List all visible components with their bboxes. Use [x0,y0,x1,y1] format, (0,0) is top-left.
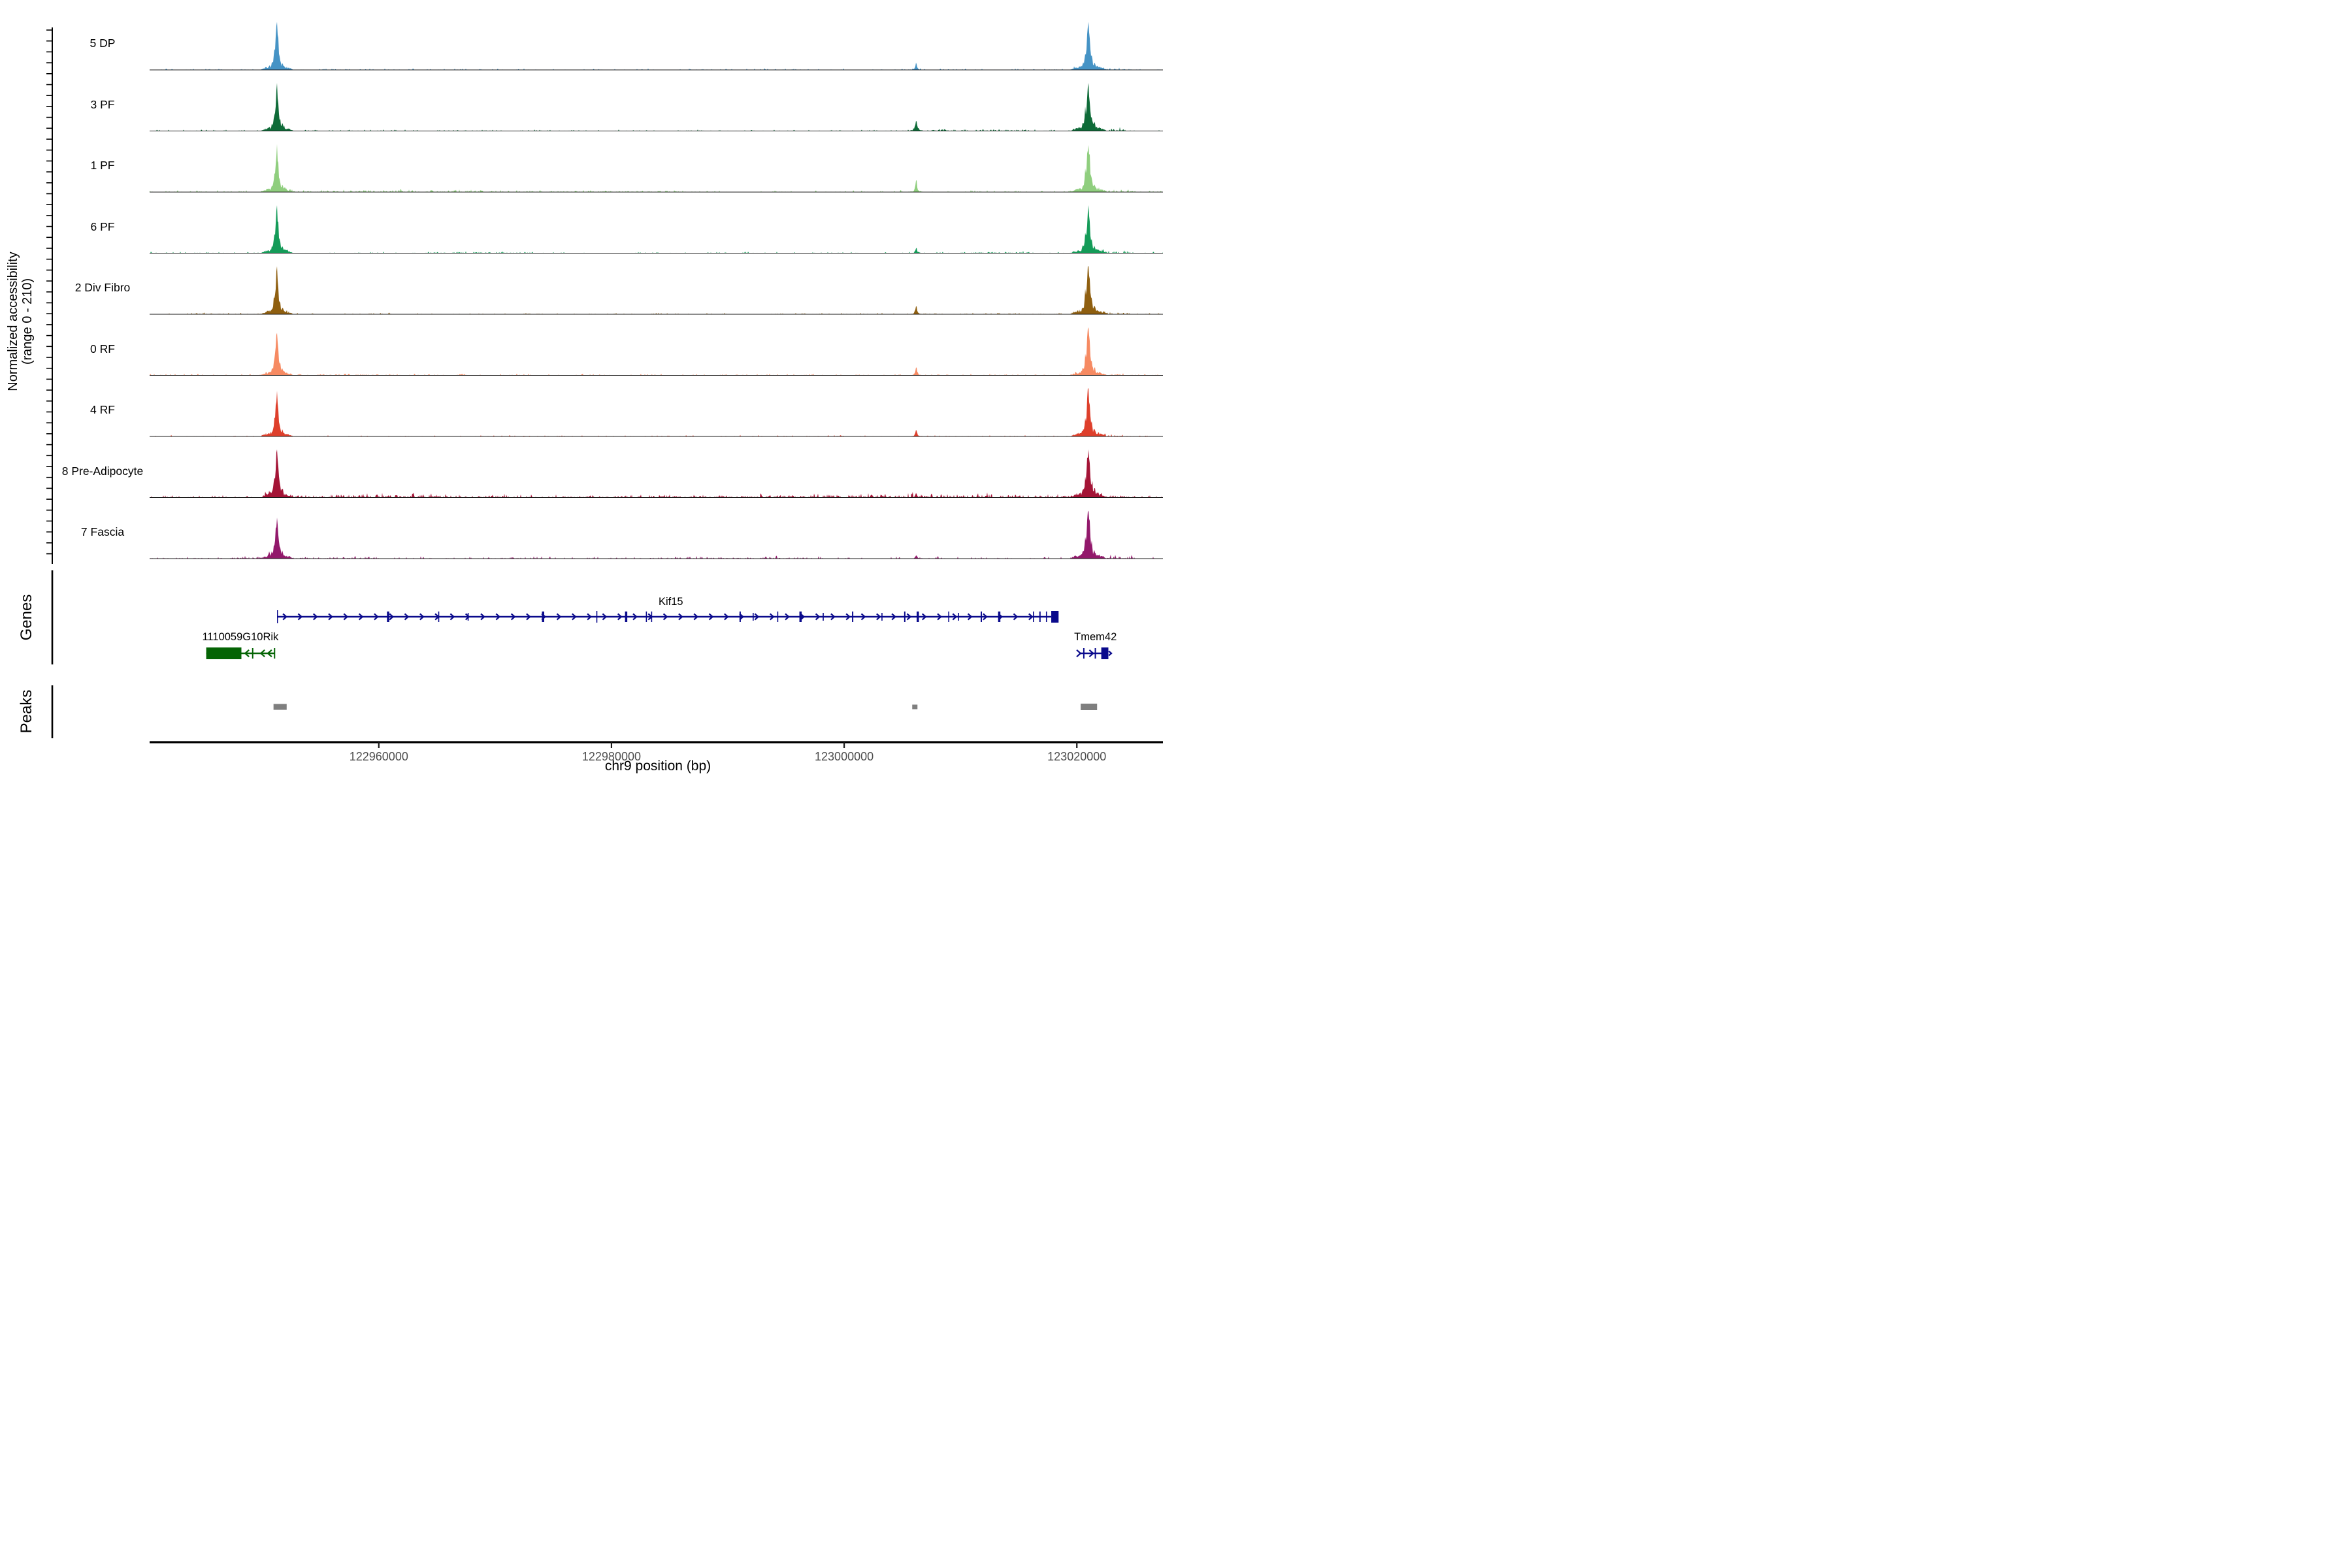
track-label-8: 7 Fascia [34,524,171,540]
peak-region-box [912,705,917,710]
gene-exon-bar [823,613,824,621]
peak-region-box [1081,704,1097,710]
x-tick-label-3: 123020000 [1047,750,1106,764]
x-tick-label-0: 122960000 [350,750,408,764]
gene-exon-bar [1046,612,1047,622]
y-axis-label-line2: (range 0 - 210) [20,278,35,365]
coverage-track-4 [150,267,1163,315]
coverage-track-8 [150,511,1163,559]
gene-exon-bar [740,612,741,622]
gene-exon-bar [252,648,253,659]
track-label-7: 8 Pre-Adipocyte [34,463,171,479]
gene-exon-bar [904,612,906,622]
gene-exon-bar [625,612,628,622]
gene-exon-bar [1039,612,1041,622]
gene-end-block-Kif15 [1051,611,1058,623]
gene-exon-bar [777,612,779,622]
gene-exon-bar [881,613,883,621]
track-label-1: 3 PF [34,97,171,112]
coverage-track-7 [150,449,1163,498]
gene-exon-bar [753,613,754,621]
track-label-2: 1 PF [34,157,171,173]
figure-canvas [0,0,1176,784]
gene-label-2: Tmem42 [1074,631,1117,644]
gene-strand-arrow [1077,650,1081,657]
gene-strand-arrow [1109,651,1111,656]
coverage-track-0 [150,22,1163,71]
peak-region-box [274,704,287,710]
genome-browser-figure: Normalized accessibility (range 0 - 210)… [0,0,1176,784]
track-label-3: 6 PF [34,219,171,235]
y-axis-label: Normalized accessibility (range 0 - 210) [6,178,36,465]
gene-exon-bar [277,610,278,623]
gene-exon-bar [542,612,544,622]
coverage-track-3 [150,205,1163,253]
track-label-4: 2 Div Fibro [34,280,171,295]
y-axis-label-line1: Normalized accessibility [6,252,20,391]
gene-exon-bar [917,612,919,622]
gene-exon-bar [800,612,802,622]
coverage-track-2 [150,144,1163,193]
genes-section-label: Genes [18,565,36,670]
gene-exon-block-Tmem42 [1102,647,1109,659]
gene-exon-bar [958,613,959,621]
gene-label-0: Kif15 [659,596,683,608]
x-axis-title: chr9 position (bp) [605,759,711,774]
gene-exon-bar [852,612,853,622]
gene-exon-bar [387,612,389,622]
peaks-section-label: Peaks [18,659,36,764]
gene-exon-bar [596,611,598,623]
gene-label-1: 1110059G10Rik [202,631,278,644]
gene-exon-bar [981,612,982,622]
track-label-0: 5 DP [34,35,171,51]
gene-exon-bar [274,648,275,659]
track-label-5: 0 RF [34,341,171,357]
coverage-track-5 [150,327,1163,376]
gene-exon-bar [948,612,949,622]
gene-exon-bar [1083,648,1085,659]
gene-exon-bar [1095,648,1096,659]
x-tick-label-2: 123000000 [815,750,874,764]
coverage-track-6 [150,389,1163,437]
gene-exon-block-1110059G10Rik [206,647,242,659]
gene-exon-bar [646,612,647,622]
gene-exon-bar [998,612,1001,622]
coverage-track-1 [150,83,1163,131]
track-label-6: 4 RF [34,402,171,417]
